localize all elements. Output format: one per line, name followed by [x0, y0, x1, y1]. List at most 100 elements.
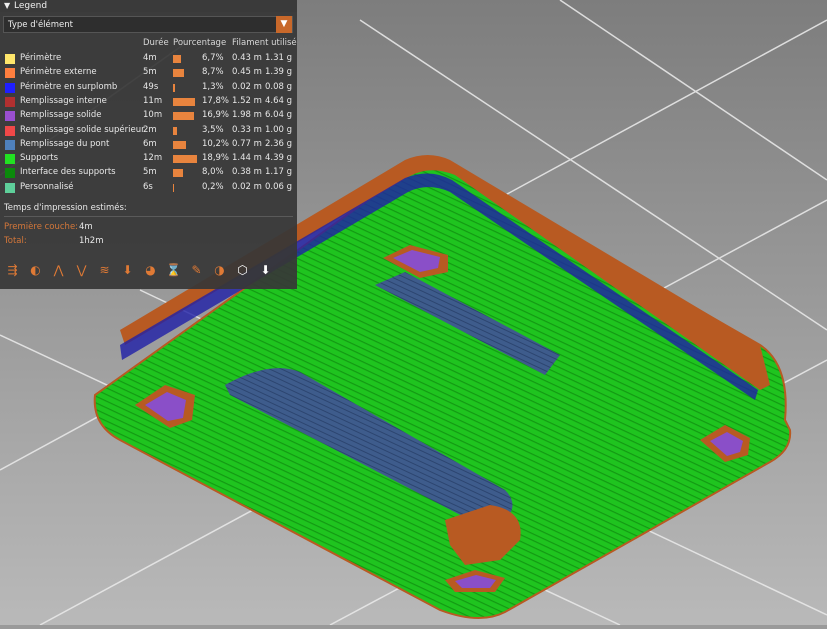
row-duration: 6s: [143, 181, 153, 192]
row-duration: 49s: [143, 81, 159, 92]
row-percentage: 16,9%: [202, 110, 230, 121]
legend-row[interactable]: Remplissage du pont 6m 10,2% 0.77 m 2.36 g: [0, 138, 297, 152]
row-length: 0.77 m: [232, 138, 262, 149]
row-weight: 2.36 g: [265, 138, 293, 149]
percentage-bar: [173, 140, 186, 149]
percentage-bar: [173, 169, 183, 178]
row-label: Supports: [20, 153, 59, 164]
row-percentage: 1,3%: [202, 81, 224, 92]
row-label: Remplissage solide supérieur: [20, 124, 145, 135]
row-length: 0.02 m: [232, 81, 262, 92]
row-percentage: 8,0%: [202, 167, 224, 178]
collapse-triangle-icon[interactable]: ▼: [4, 0, 10, 12]
row-length: 1.44 m: [232, 153, 262, 164]
color-changes-icon[interactable]: ◕: [142, 262, 159, 279]
chevron-down-icon[interactable]: ▼: [276, 16, 292, 33]
deretractions-icon[interactable]: ⋁: [73, 262, 90, 279]
seams-icon[interactable]: ≋: [96, 262, 113, 279]
row-duration: 5m: [143, 67, 157, 78]
row-weight: 0.08 g: [265, 81, 293, 92]
retractions-icon[interactable]: ⋀: [50, 262, 67, 279]
row-label: Remplissage solide: [20, 110, 102, 121]
row-percentage: 0,2%: [202, 181, 224, 192]
row-weight: 6.04 g: [265, 110, 293, 121]
row-length: 0.45 m: [232, 67, 262, 78]
pause-icon[interactable]: ⌛: [165, 262, 182, 279]
row-percentage: 18,9%: [202, 153, 230, 164]
color-swatch: [5, 168, 15, 179]
row-weight: 1.17 g: [265, 167, 293, 178]
color-swatch: [5, 139, 15, 150]
first-layer-label: Première couche:: [4, 222, 79, 232]
color-swatch: [5, 111, 15, 122]
legend-row[interactable]: Périmètre 4m 6,7% 0.43 m 1.31 g: [0, 52, 297, 66]
row-percentage: 8,7%: [202, 67, 224, 78]
row-duration: 12m: [143, 153, 163, 164]
center-of-gravity-icon[interactable]: ◑: [211, 262, 228, 279]
percentage-bar: [173, 97, 196, 106]
row-label: Personnalisé: [20, 181, 74, 192]
legend-header[interactable]: ▼ Legend: [0, 0, 297, 12]
row-weight: 0.06 g: [265, 181, 293, 192]
tool-marker-icon[interactable]: ⬇: [257, 262, 274, 279]
row-percentage: 10,2%: [202, 138, 230, 149]
legend-row[interactable]: Périmètre en surplomb 49s 1,3% 0.02 m 0.08 g: [0, 81, 297, 95]
color-swatch: [5, 54, 15, 64]
total-label: Total:: [4, 236, 27, 246]
legend-row[interactable]: Remplissage solide supérieur 2m 3,5% 0.33 m…: [0, 124, 297, 138]
color-swatch: [5, 154, 15, 165]
row-percentage: 3,5%: [202, 124, 224, 135]
row-label: Périmètre en surplomb: [20, 81, 118, 92]
percentage-bar: [173, 183, 174, 192]
legend-title: Legend: [14, 1, 48, 11]
col-filament: Filament utilisé: [232, 38, 297, 48]
row-weight: 1.00 g: [265, 124, 293, 135]
row-length: 1.52 m: [232, 95, 262, 106]
row-label: Interface des supports: [20, 167, 116, 178]
percentage-bar: [173, 69, 184, 78]
row-label: Périmètre externe: [20, 67, 97, 78]
color-swatch: [5, 96, 15, 107]
row-label: Remplissage du pont: [20, 138, 110, 149]
divider: [4, 216, 293, 217]
row-label: Périmètre: [20, 53, 62, 63]
legend-row[interactable]: Personnalisé 6s 0,2% 0.02 m 0.06 g: [0, 181, 297, 195]
color-swatch: [5, 68, 15, 79]
row-length: 0.33 m: [232, 124, 262, 135]
row-weight: 1.39 g: [265, 67, 293, 78]
row-length: 0.43 m: [232, 53, 262, 63]
row-percentage: 17,8%: [202, 95, 230, 106]
color-swatch: [5, 182, 15, 193]
total-value: 1h2m: [79, 236, 104, 246]
row-length: 0.02 m: [232, 181, 262, 192]
first-layer-value: 4m: [79, 222, 93, 232]
percentage-bar: [173, 112, 195, 121]
shells-icon[interactable]: ⬡: [234, 262, 251, 279]
percentage-bar: [173, 126, 178, 135]
travel-icon[interactable]: ⇶: [4, 262, 21, 279]
col-percentage: Pourcentage: [173, 38, 227, 48]
row-percentage: 6,7%: [202, 53, 224, 63]
tool-changes-icon[interactable]: ⬇: [119, 262, 136, 279]
row-length: 1.98 m: [232, 110, 262, 121]
color-swatch: [5, 125, 15, 136]
estimated-times-label: Temps d'impression estimés:: [4, 203, 127, 213]
color-swatch: [5, 82, 15, 93]
legend-row[interactable]: Remplissage solide 10m 16,9% 1.98 m 6.04 g: [0, 109, 297, 123]
legend-row[interactable]: Supports 12m 18,9% 1.44 m 4.39 g: [0, 152, 297, 166]
row-duration: 6m: [143, 138, 157, 149]
row-weight: 4.64 g: [265, 95, 293, 106]
wipe-icon[interactable]: ◐: [27, 262, 44, 279]
custom-gcode-icon[interactable]: ✎: [188, 262, 205, 279]
view-type-dropdown[interactable]: Type d'élément ▼: [3, 16, 293, 33]
row-duration: 11m: [143, 95, 163, 106]
row-length: 0.38 m: [232, 167, 262, 178]
legend-row[interactable]: Périmètre externe 5m 8,7% 0.45 m 1.39 g: [0, 66, 297, 80]
percentage-bar: [173, 55, 182, 63]
row-duration: 4m: [143, 53, 157, 63]
col-duration: Durée: [143, 38, 169, 48]
legend-row[interactable]: Remplissage interne 11m 17,8% 1.52 m 4.64 g: [0, 95, 297, 109]
percentage-bar: [173, 83, 175, 92]
legend-row[interactable]: Interface des supports 5m 8,0% 0.38 m 1.17 g: [0, 166, 297, 180]
row-weight: 4.39 g: [265, 153, 293, 164]
